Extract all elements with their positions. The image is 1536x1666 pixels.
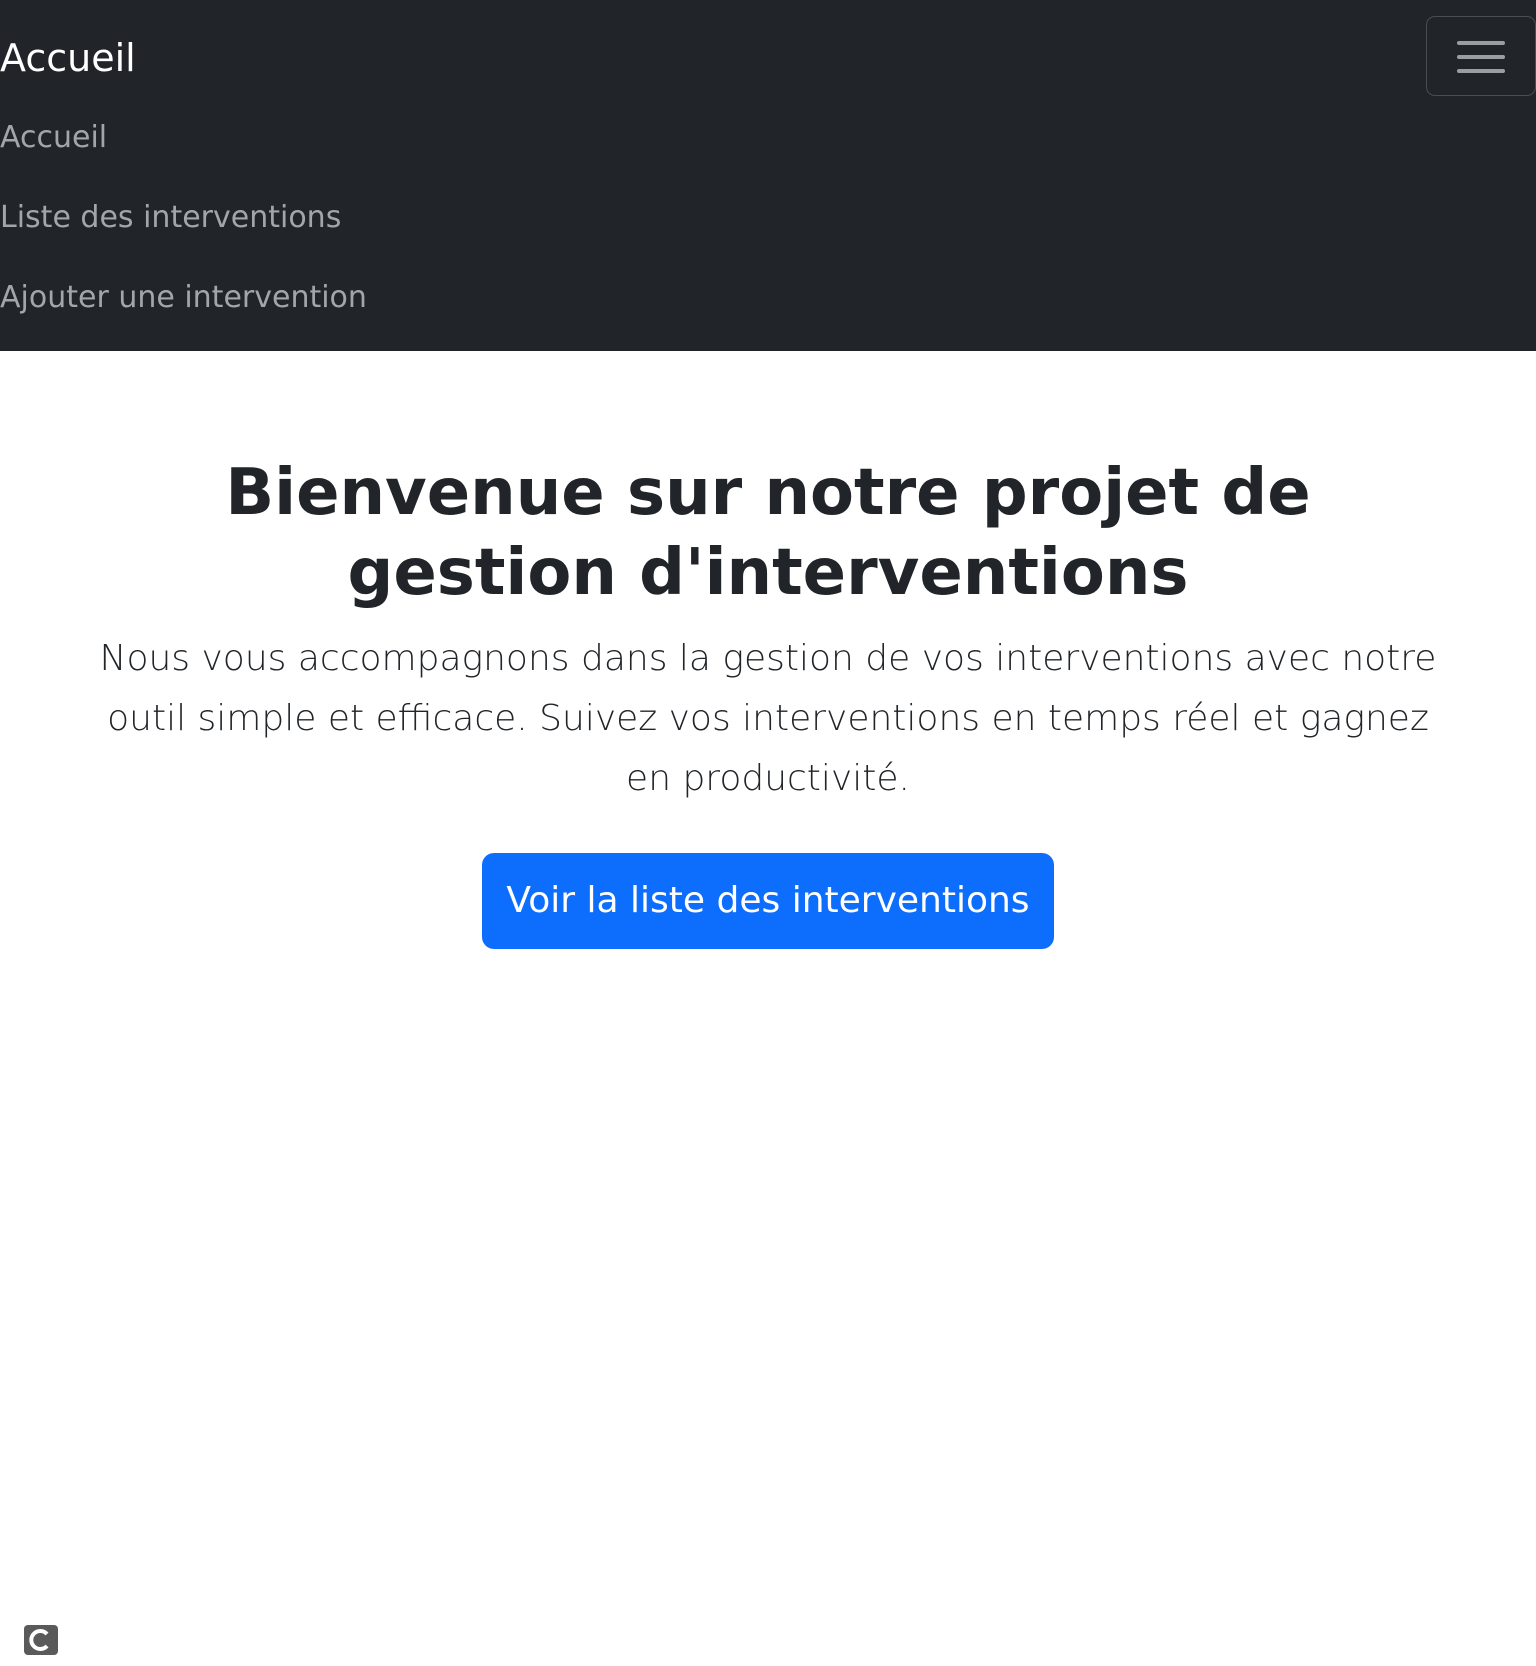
navbar: Accueil Accueil Liste des interventions … [0,0,1536,351]
nav-link-accueil[interactable]: Accueil [0,116,107,160]
navbar-brand[interactable]: Accueil [0,30,136,86]
hamburger-menu-icon [1457,39,1505,75]
nav-link-ajouter-intervention[interactable]: Ajouter une intervention [0,276,367,320]
view-interventions-button[interactable]: Voir la liste des interventions [482,853,1054,949]
hero-lead-text: Nous vous accompagnons dans la gestion d… [99,638,1437,799]
page-title: Bienvenue sur notre projet de gestion d'… [225,456,1311,610]
nav-link-liste-interventions[interactable]: Liste des interventions [0,196,341,240]
c-logo-icon[interactable] [24,1625,58,1655]
navbar-toggler-button[interactable] [1426,16,1536,96]
